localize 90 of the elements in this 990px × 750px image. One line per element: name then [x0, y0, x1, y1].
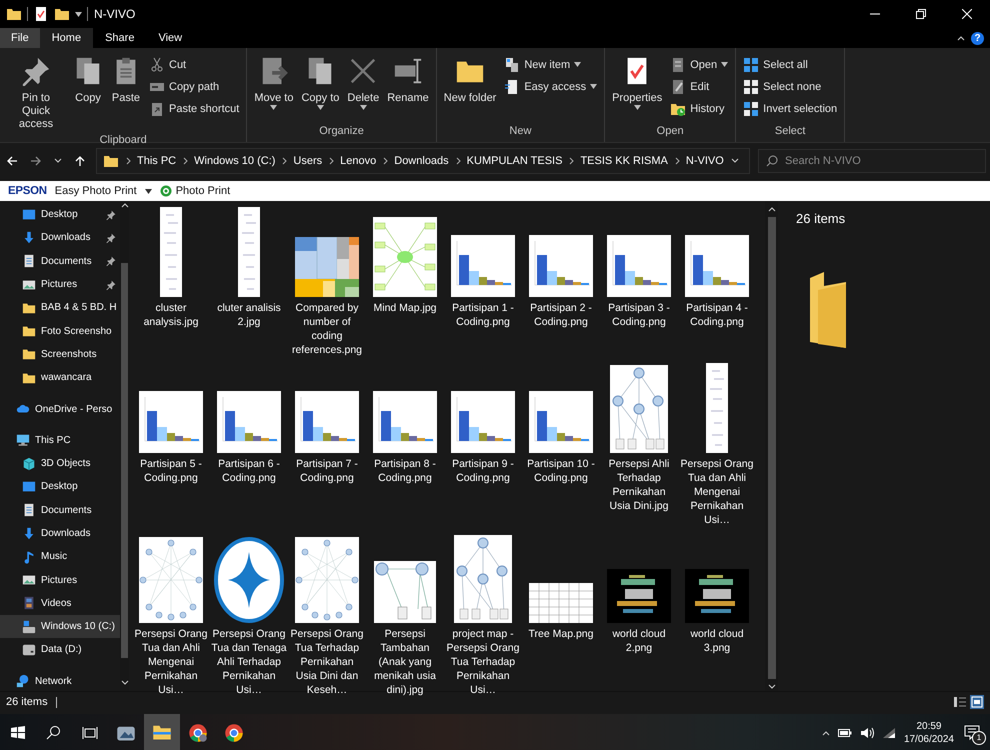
brand-name: EPSON — [8, 185, 47, 197]
ribbon-button[interactable]: Easy access — [501, 76, 600, 97]
file-item[interactable]: Partisipan 6 - Coding.png — [210, 363, 288, 527]
search-field[interactable]: Search N-VIVO — [758, 149, 986, 173]
nav-item[interactable]: Desktop — [0, 203, 120, 226]
breadcrumb[interactable]: Downloads — [394, 155, 449, 167]
file-item[interactable]: Mind Map.jpg — [366, 207, 444, 357]
ribbon-tab[interactable]: Share — [93, 28, 146, 48]
item-count: 26 items — [796, 211, 846, 226]
file-item[interactable]: Persepsi Orang Tua Terhadap Pernikahan Usia Dini dan Keseh… — [288, 533, 366, 697]
file-item[interactable]: Persepsi Ahli Terhadap Pernikahan Usia Dini.jpg — [600, 363, 678, 527]
breadcrumb[interactable]: TESIS KK RISMA — [580, 155, 668, 167]
breadcrumb[interactable]: Windows 10 (C:) — [194, 155, 276, 167]
nav-item[interactable]: Network — [0, 670, 120, 693]
nav-item[interactable]: Videos — [0, 592, 120, 616]
ribbon-button[interactable]: Properties — [609, 52, 666, 122]
breadcrumb[interactable]: This PC — [137, 155, 176, 167]
ribbon-button[interactable]: New folder — [440, 52, 500, 122]
ribbon-button[interactable]: Paste — [108, 52, 144, 131]
ribbon-button[interactable]: History — [667, 98, 732, 119]
ribbon-button[interactable]: Select none — [740, 76, 840, 97]
item-count: 26 items — [6, 696, 48, 708]
file-item[interactable]: cluter analisis 2.jpg — [210, 207, 288, 357]
file-item[interactable]: project map - Persepsi Orang Tua Terhadap Pernikahan Usi… — [444, 533, 522, 697]
group-label: New — [508, 124, 532, 139]
file-item[interactable]: Partisipan 1 - Coding.png — [444, 207, 522, 357]
ribbon-button[interactable]: Paste shortcut — [146, 98, 242, 119]
ribbon-button[interactable]: Invert selection — [740, 98, 840, 119]
file-item[interactable]: Persepsi Tambahan (Anak yang menikah usia dini).jpg — [366, 533, 444, 697]
file-item[interactable]: Compared by number of coding references.png — [288, 207, 366, 357]
toolbar-button[interactable]: Easy Photo Print — [54, 185, 152, 197]
file-item[interactable]: Partisipan 4 - Coding.png — [678, 207, 756, 357]
ribbon-tab[interactable]: Home — [40, 28, 94, 48]
ribbon-button[interactable]: Delete — [344, 52, 382, 122]
nav-item[interactable]: Windows 10 (C:) — [0, 615, 120, 638]
breadcrumb[interactable]: Lenovo — [340, 155, 376, 167]
file-menu-button[interactable]: File — [0, 28, 40, 48]
ribbon-tab[interactable]: View — [146, 28, 194, 48]
nav-item[interactable]: Documents — [0, 498, 120, 522]
nav-item[interactable]: Desktop — [0, 475, 120, 499]
group-label: Select — [774, 124, 806, 139]
breadcrumb[interactable]: KUMPULAN TESIS — [466, 155, 562, 167]
notification-count: 1 — [972, 731, 986, 745]
group-label: Organize — [318, 124, 365, 139]
ribbon-button[interactable]: Copy — [70, 52, 106, 131]
file-item[interactable]: Partisipan 5 - Coding.png — [132, 363, 210, 527]
nav-item[interactable]: Foto Screensho — [0, 319, 120, 343]
nav-item[interactable]: wawancara — [0, 366, 120, 390]
ribbon-button[interactable]: Open — [667, 54, 732, 75]
ribbon-button[interactable]: Rename — [384, 52, 432, 122]
help-button[interactable]: ? — [971, 32, 984, 44]
ribbon-button[interactable]: New item — [501, 54, 600, 75]
ribbon-button[interactable]: Edit — [667, 76, 732, 97]
group-label: Clipboard — [98, 133, 148, 148]
nav-item[interactable]: Downloads — [0, 522, 120, 546]
nav-item[interactable]: 3D Objects — [0, 452, 120, 476]
file-item[interactable]: Partisipan 10 - Coding.png — [522, 363, 600, 527]
notifications-button[interactable]: 1 — [962, 723, 982, 743]
ribbon-button[interactable]: Cut — [146, 54, 242, 75]
group-label: Open — [656, 124, 685, 139]
clock-date: 17/06/2024 — [904, 733, 954, 746]
file-item[interactable]: Partisipan 8 - Coding.png — [366, 363, 444, 527]
file-item[interactable]: cluster analysis.jpg — [132, 207, 210, 357]
ribbon-button[interactable]: Pin to Quick access — [4, 52, 68, 131]
file-item[interactable]: Persepsi Orang Tua dan Ahli Mengenai Pernikahan Usi… — [678, 363, 756, 527]
toolbar-button[interactable]: Photo Print — [160, 185, 230, 197]
file-item[interactable]: Partisipan 2 - Coding.png — [522, 207, 600, 357]
file-item[interactable]: Partisipan 9 - Coding.png — [444, 363, 522, 527]
nav-item[interactable]: Data (D:) — [0, 638, 120, 662]
file-item[interactable]: Persepsi Orang Tua dan Tenaga Ahli Terhadap Pernikahan Usi… — [210, 533, 288, 697]
file-item[interactable]: Partisipan 3 - Coding.png — [600, 207, 678, 357]
file-item[interactable]: Persepsi Orang Tua dan Ahli Mengenai Pernikahan Usi… — [132, 533, 210, 697]
window-title: N-VIVO — [94, 7, 136, 21]
nav-item[interactable]: This PC — [0, 428, 120, 452]
breadcrumb[interactable]: Users — [293, 155, 322, 167]
nav-item[interactable]: Downloads — [0, 226, 120, 250]
ribbon-button[interactable]: Copy path — [146, 76, 242, 97]
nav-item[interactable]: Screenshots — [0, 342, 120, 366]
nav-item[interactable]: Music — [0, 545, 120, 568]
file-item[interactable]: Partisipan 7 - Coding.png — [288, 363, 366, 527]
nav-item[interactable]: Pictures — [0, 272, 120, 296]
ribbon-button[interactable]: Move to — [251, 52, 296, 122]
nav-item[interactable]: Pictures — [0, 568, 120, 592]
ribbon-button[interactable]: Copy to — [298, 52, 342, 122]
clock-time: 20:59 — [916, 720, 942, 733]
nav-item[interactable]: Documents — [0, 250, 120, 273]
nav-item[interactable]: OneDrive - Perso — [0, 397, 120, 421]
ribbon-button[interactable]: Select all — [740, 54, 840, 75]
breadcrumb[interactable]: N-VIVO — [686, 155, 724, 167]
nav-item[interactable]: BAB 4 & 5 BD. H — [0, 296, 120, 320]
